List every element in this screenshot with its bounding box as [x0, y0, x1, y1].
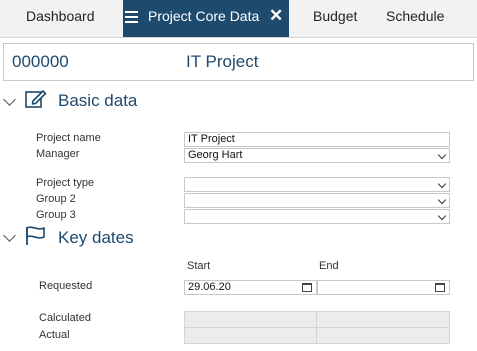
tab-schedule[interactable]: Schedule	[386, 0, 444, 37]
requested-label: Requested	[39, 280, 93, 292]
chevron-down-icon	[437, 150, 447, 160]
actual-start-date	[184, 327, 317, 344]
project-type-label: Project type	[36, 177, 95, 189]
calculated-start-date	[184, 311, 317, 328]
calculated-label: Calculated	[39, 312, 91, 324]
manager-value: Georg Hart	[188, 149, 243, 161]
tab-dashboard-label: Dashboard	[26, 8, 95, 24]
tab-budget-label: Budget	[313, 8, 358, 24]
group2-label: Group 2	[36, 193, 76, 205]
requested-start-value: 29.06.20	[188, 281, 231, 293]
tab-bar: Dashboard Project Core Data ✕ Budget Sch…	[0, 0, 477, 38]
group2-select[interactable]	[184, 193, 450, 208]
tab-budget[interactable]: Budget	[313, 0, 357, 37]
basic-data-title: Basic data	[58, 91, 138, 110]
tab-project-core-data[interactable]: Project Core Data ✕	[123, 0, 289, 37]
edit-icon	[25, 90, 47, 108]
close-icon[interactable]: ✕	[269, 0, 283, 32]
project-title: IT Project	[186, 52, 259, 71]
tab-project-core-data-label: Project Core Data	[148, 8, 260, 24]
actual-label: Actual	[39, 329, 70, 341]
group3-label: Group 3	[36, 209, 76, 221]
project-name-value: IT Project	[188, 133, 235, 145]
project-number: 000000	[12, 52, 69, 71]
tab-schedule-label: Schedule	[386, 8, 445, 24]
chevron-down-icon	[437, 179, 447, 189]
requested-end-date[interactable]	[317, 280, 450, 295]
group3-select[interactable]	[184, 209, 450, 224]
key-dates-title: Key dates	[58, 228, 134, 247]
flag-icon	[26, 226, 45, 245]
start-column-header: Start	[187, 260, 211, 272]
calendar-icon[interactable]	[435, 283, 445, 292]
tab-dashboard[interactable]: Dashboard	[26, 0, 95, 37]
project-type-select[interactable]	[184, 177, 450, 192]
chevron-down-icon[interactable]	[3, 229, 16, 242]
manager-select[interactable]: Georg Hart	[184, 148, 450, 163]
project-header: 000000 IT Project	[3, 43, 474, 81]
calendar-icon[interactable]	[302, 283, 312, 292]
project-name-label: Project name	[36, 132, 101, 144]
actual-end-date	[316, 327, 450, 344]
chevron-down-icon[interactable]	[3, 93, 16, 106]
menu-icon[interactable]	[125, 11, 138, 23]
manager-label: Manager	[36, 148, 80, 160]
end-column-header: End	[319, 260, 339, 272]
calculated-end-date	[316, 311, 450, 328]
requested-start-date[interactable]: 29.06.20	[184, 280, 317, 295]
chevron-down-icon	[437, 195, 447, 205]
chevron-down-icon	[437, 211, 447, 221]
project-name-field[interactable]: IT Project	[184, 132, 450, 147]
